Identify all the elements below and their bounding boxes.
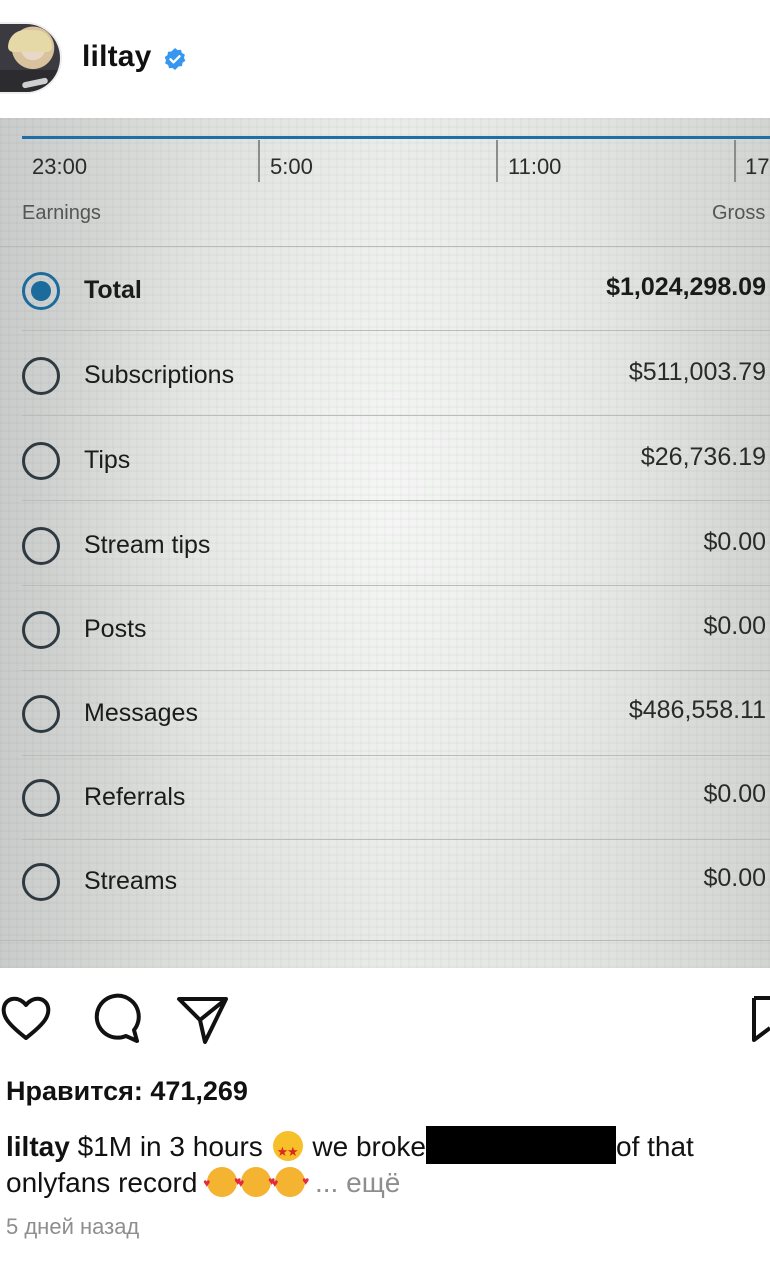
radio-posts[interactable] <box>22 611 60 649</box>
row-divider <box>22 330 770 331</box>
caption-text: $1M in 3 hours <box>69 1131 271 1162</box>
row-value: $26,736.19 <box>640 443 766 471</box>
row-label: Referrals <box>84 783 186 811</box>
star-struck-emoji-icon <box>272 1131 303 1170</box>
row-divider <box>22 755 770 756</box>
caption-text: we broke <box>304 1131 426 1162</box>
avatar[interactable] <box>0 22 62 94</box>
row-value: $0.00 <box>703 780 766 808</box>
radio-subscriptions[interactable] <box>22 357 60 395</box>
row-label: Messages <box>84 699 198 727</box>
row-divider <box>22 585 770 586</box>
row-value: $0.00 <box>703 864 766 892</box>
smiling-hearts-emoji-icon <box>203 1163 241 1201</box>
row-divider <box>22 500 770 501</box>
chart-line <box>22 136 770 139</box>
radio-stream-tips[interactable] <box>22 527 60 565</box>
radio-referrals[interactable] <box>22 779 60 817</box>
row-divider <box>22 670 770 671</box>
radio-tips[interactable] <box>22 442 60 480</box>
post-timestamp: 5 дней назад <box>6 1214 140 1239</box>
time-label: 23:00 <box>32 154 88 179</box>
row-label: Total <box>84 276 142 304</box>
post-photo[interactable]: 23:00 5:00 11:00 17 Earnings Gross Total… <box>0 118 770 968</box>
row-value: $486,558.11 <box>628 696 766 724</box>
post-header: liltay <box>0 0 770 118</box>
divider <box>0 940 770 941</box>
radio-total[interactable] <box>22 272 60 310</box>
username[interactable]: liltay <box>82 40 152 74</box>
radio-messages[interactable] <box>22 695 60 733</box>
avatar-hair <box>8 30 52 52</box>
time-label: 11:00 <box>508 154 562 179</box>
heart-icon[interactable] <box>0 990 52 1046</box>
earnings-header: Earnings <box>22 202 101 224</box>
row-value: $511,003.79 <box>628 358 766 386</box>
share-icon[interactable] <box>176 990 230 1046</box>
comment-icon[interactable] <box>90 990 142 1046</box>
row-label: Subscriptions <box>84 361 235 389</box>
gross-header: Gross <box>712 202 766 224</box>
chart-tick <box>496 140 498 182</box>
more-link[interactable]: ... ещё <box>315 1167 400 1198</box>
divider <box>0 246 770 247</box>
like-count[interactable]: Нравится: 471,269 <box>6 1076 248 1107</box>
bookmark-icon[interactable] <box>748 990 770 1046</box>
chart-tick <box>734 140 736 182</box>
row-label: Posts <box>84 615 147 643</box>
row-value: $0.00 <box>703 528 766 556</box>
row-divider <box>22 415 770 416</box>
row-label: Tips <box>84 446 131 474</box>
radio-streams[interactable] <box>22 863 60 901</box>
redaction-bar <box>426 1126 616 1164</box>
row-value: $0.00 <box>703 612 766 640</box>
time-label: 17 <box>745 154 770 179</box>
caption: liltay $1M in 3 hours we brokeof that on… <box>6 1126 770 1201</box>
verified-badge-icon <box>164 48 186 70</box>
time-label: 5:00 <box>270 154 313 179</box>
caption-username[interactable]: liltay <box>6 1131 70 1162</box>
row-label: Streams <box>84 867 178 895</box>
smiling-hearts-emoji-icon <box>271 1163 309 1201</box>
row-divider <box>22 839 770 840</box>
row-label: Stream tips <box>84 531 211 559</box>
row-value: $1,024,298.09 <box>606 273 766 301</box>
smiling-hearts-emoji-icon <box>237 1163 275 1201</box>
chart-tick <box>258 140 260 182</box>
action-bar <box>0 990 770 1054</box>
